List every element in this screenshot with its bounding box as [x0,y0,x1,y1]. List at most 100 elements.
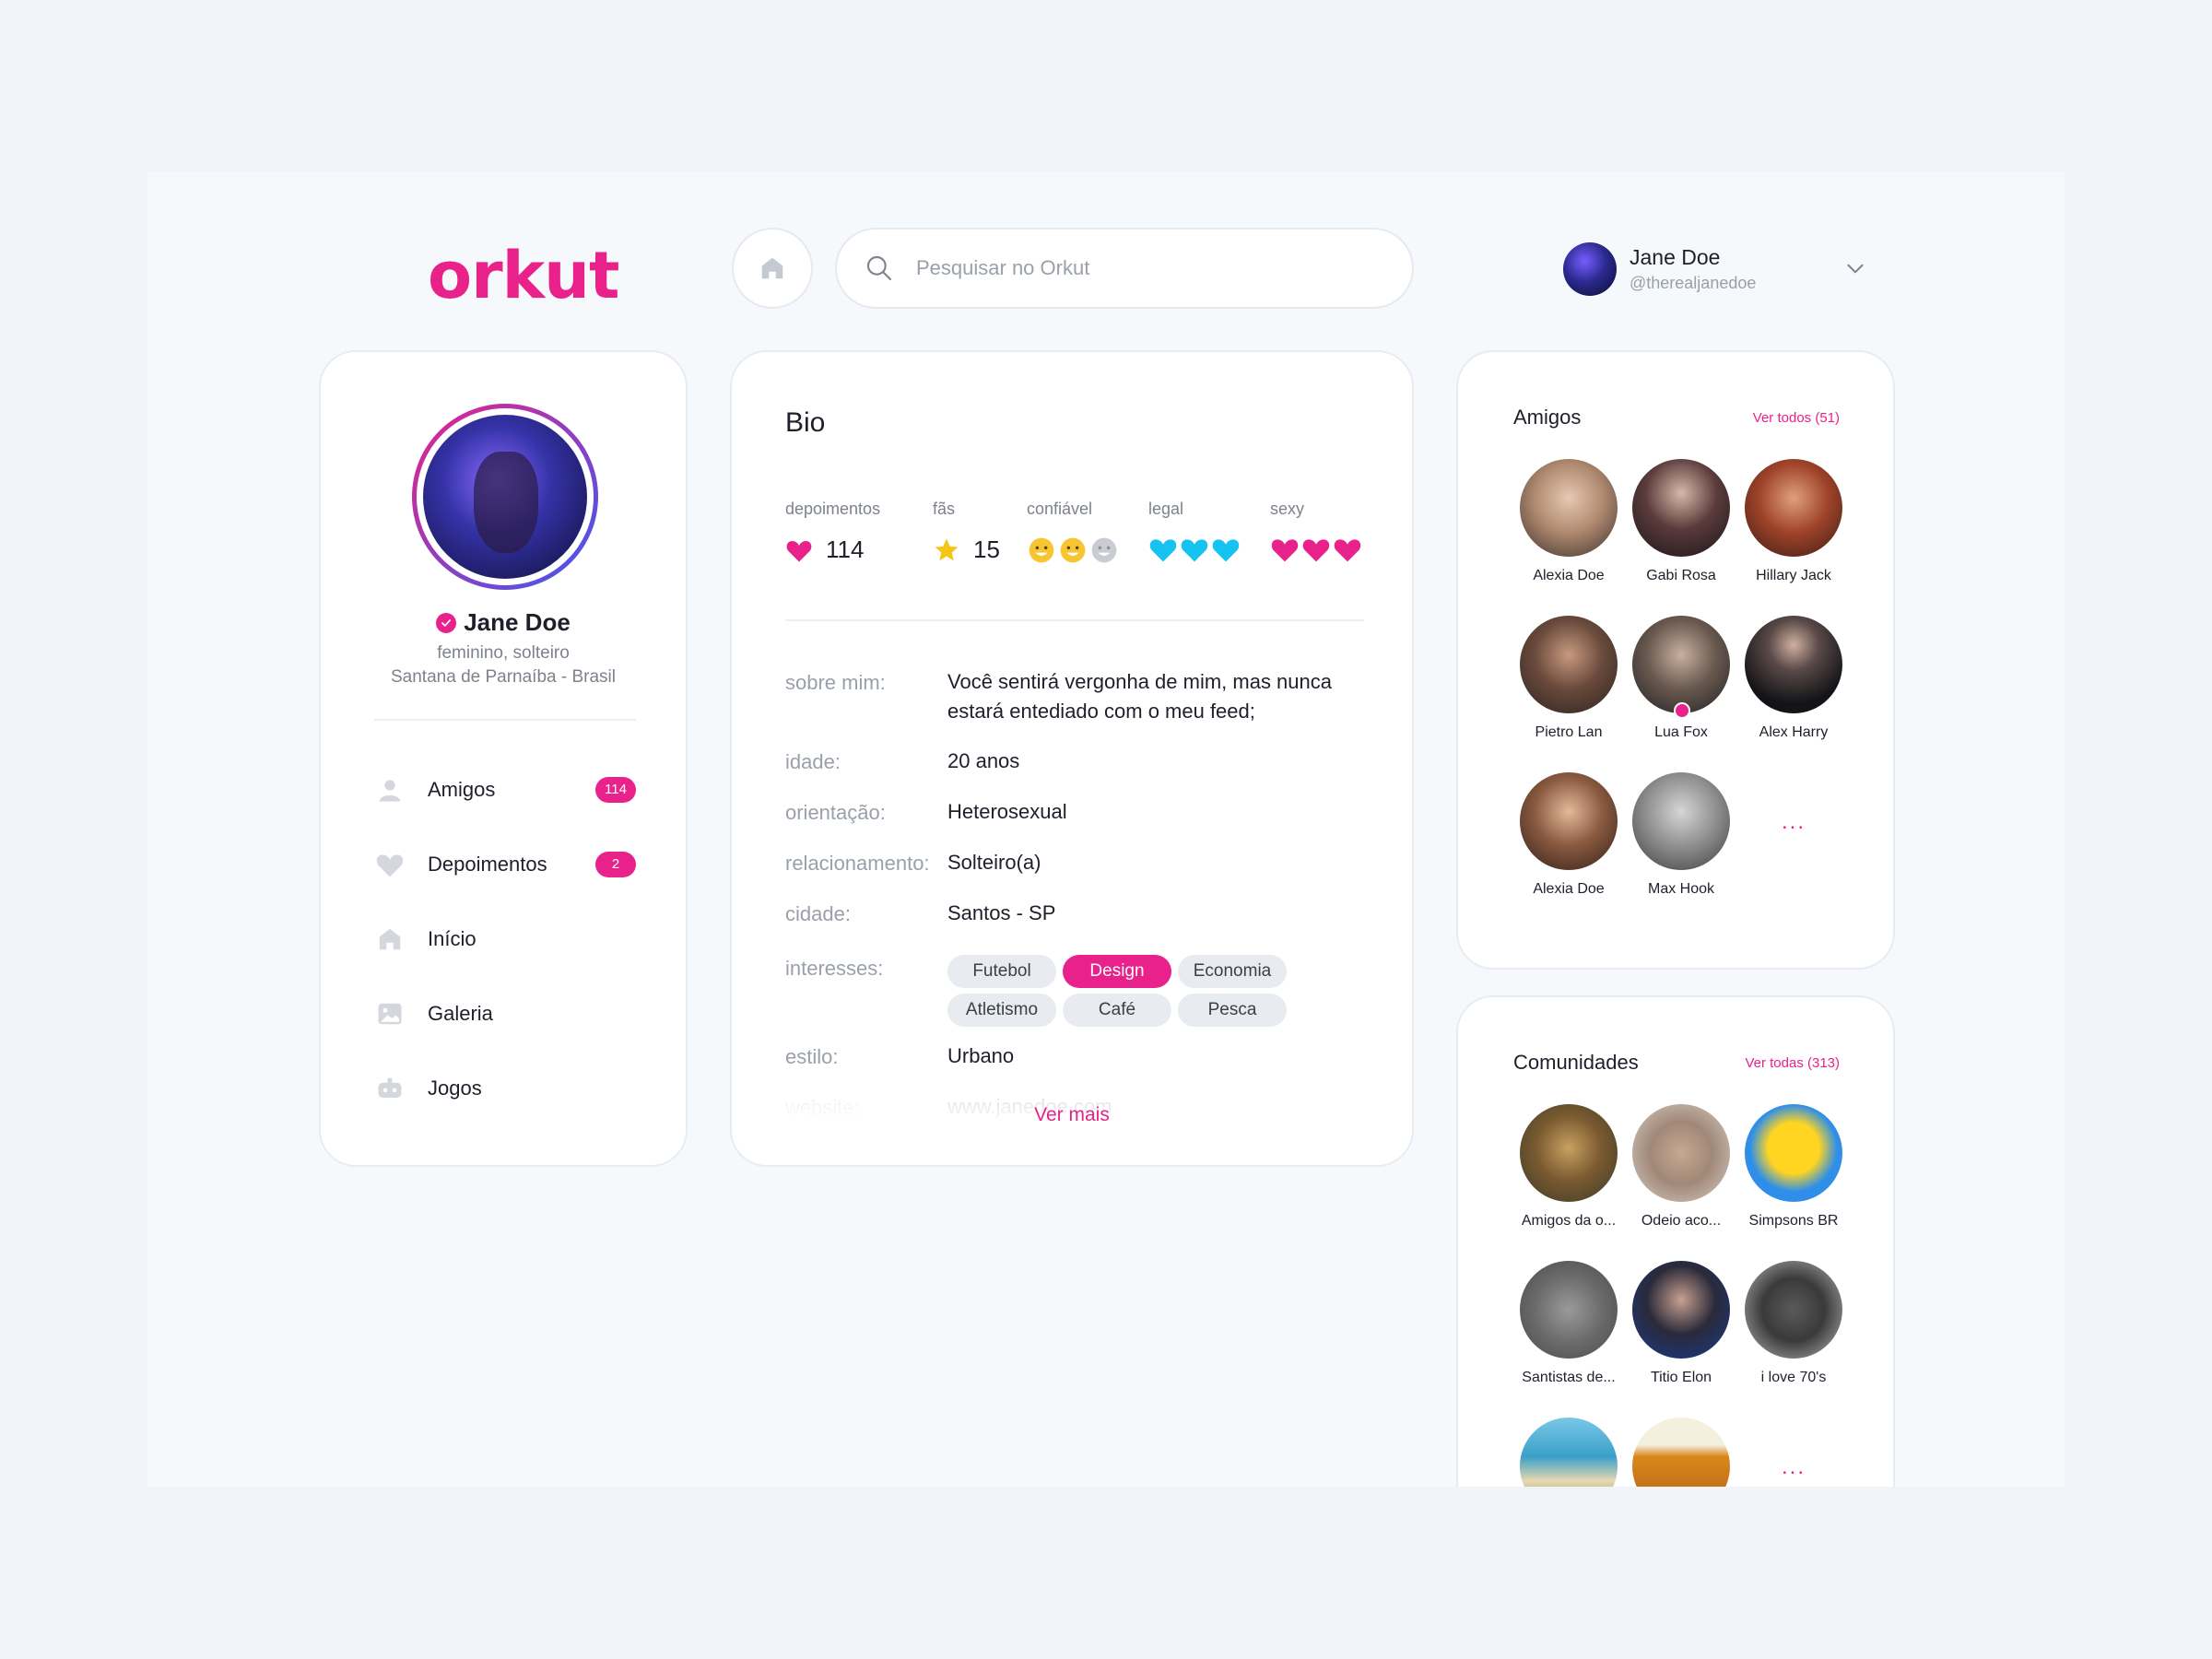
bio-key: idade: [785,750,841,773]
profile-gender-status: feminino, solteiro [437,643,570,663]
user-icon [379,779,401,801]
nav-item-jogos[interactable]: Jogos [374,1051,636,1125]
image-icon [378,1003,402,1024]
profile-location: Santana de Parnaíba - Brasil [391,667,616,687]
friend-item[interactable]: Alex Harry [1738,616,1849,741]
blue-heart-icon [1212,539,1240,562]
communities-more-button[interactable]: ... [1738,1454,1849,1480]
friend-item[interactable]: Alexia Doe [1513,772,1624,898]
user-handle: @therealjanedoe [1630,274,1757,292]
friend-item[interactable]: Pietro Lan [1513,616,1624,741]
depoimentos-count-badge: 2 [595,851,636,877]
nav-item-amigos[interactable]: Amigos 114 [374,752,636,827]
smile-icon [1029,537,1054,563]
community-name: Odeio aco... [1641,1213,1722,1229]
bio-value: Santos - SP [947,901,1056,924]
profile-name: Jane Doe [464,608,571,636]
tag-design[interactable]: Design [1063,955,1171,988]
friend-item[interactable]: Hillary Jack [1738,459,1849,584]
friend-avatar [1632,772,1730,870]
bio-value: Você sentirá vergonha de mim, mas nunca … [947,670,1333,723]
community-name: Titio Elon [1650,1370,1712,1385]
friend-name: Alexia Doe [1533,568,1605,583]
profile-name-row: Jane Doe [321,608,686,637]
friend-name: Alex Harry [1759,724,1829,740]
bio-value: Solteiro(a) [947,851,1041,874]
friend-name: Pietro Lan [1535,724,1603,740]
community-item[interactable]: Santistas de... [1513,1261,1624,1386]
search-icon [866,255,892,281]
amigos-count-badge: 114 [595,776,636,803]
bio-key: cidade: [785,902,851,925]
profile-avatar[interactable] [412,404,598,590]
search-bar[interactable] [835,228,1414,309]
friend-name: Gabi Rosa [1646,568,1716,583]
bio-value: 20 anos [947,749,1020,772]
bio-key: relacionamento: [785,852,930,875]
avatar [1563,242,1617,296]
community-avatar [1632,1418,1730,1487]
heart-icon [786,540,812,561]
communities-see-all-link[interactable]: Ver todas (313) [1745,1055,1840,1071]
friend-item[interactable]: Max Hook [1626,772,1736,898]
community-avatar [1520,1418,1618,1487]
stat-label: fãs [933,500,956,518]
friends-title: Amigos [1513,406,1582,429]
chevron-down-icon[interactable] [1843,256,1867,280]
friend-avatar [1632,616,1730,719]
friends-see-all-link[interactable]: Ver todos (51) [1753,410,1840,426]
bio-title: Bio [785,407,826,438]
communities-title: Comunidades [1513,1051,1639,1074]
stat-fas: fãs 15 [933,500,1000,564]
profile-details: feminino, solteiro Santana de Parnaíba -… [321,641,686,689]
communities-card: Comunidades Ver todas (313) Amigos da o.… [1456,995,1895,1487]
friend-item[interactable]: Alexia Doe [1513,459,1624,584]
nav-item-inicio[interactable]: Início [374,901,636,976]
community-item[interactable]: i love 70's [1738,1261,1849,1386]
stat-confiavel: confiável [1027,500,1119,565]
star-icon [935,538,959,560]
community-item[interactable]: Titio Elon [1626,1261,1736,1386]
tag-economia[interactable]: Economia [1178,955,1287,988]
verified-icon [436,612,457,633]
community-name: Santistas de... [1522,1370,1616,1385]
community-item[interactable]: Odeio aco... [1626,1104,1736,1230]
home-icon [379,928,401,949]
community-avatar [1632,1261,1730,1359]
friend-name: Max Hook [1647,881,1715,897]
ver-mais-link[interactable]: Ver mais [732,1104,1412,1126]
tag-cafe[interactable]: Café [1063,994,1171,1027]
stat-value: 15 [973,535,1000,563]
nav-item-galeria[interactable]: Galeria [374,976,636,1051]
pink-heart-icon [1302,539,1330,562]
friends-more-button[interactable]: ... [1738,809,1849,835]
tag-pesca[interactable]: Pesca [1178,994,1287,1027]
profile-nav: Amigos 114 Depoimentos 2 Início Galeria … [374,752,636,1125]
stat-label: confiável [1027,500,1093,518]
search-input[interactable] [916,256,1395,280]
community-item[interactable]: Simpsons BR [1738,1104,1849,1230]
smile-icon [1091,537,1117,563]
stat-label: sexy [1270,500,1305,518]
friend-item[interactable]: Lua Fox [1626,616,1736,741]
community-item[interactable] [1513,1418,1624,1487]
orkut-logo[interactable]: orkut [428,238,619,313]
nav-item-depoimentos[interactable]: Depoimentos 2 [374,827,636,901]
tag-atletismo[interactable]: Atletismo [947,994,1056,1027]
bio-value: Urbano [947,1044,1015,1067]
stat-label: legal [1148,500,1184,518]
community-item[interactable]: Amigos da o... [1513,1104,1624,1230]
tag-futebol[interactable]: Futebol [947,955,1056,988]
community-item[interactable] [1626,1418,1736,1487]
friend-avatar [1520,459,1618,557]
friend-avatar [1520,616,1618,713]
bio-stats: depoimentos 114 fãs 15 confiável legal s… [785,500,1364,573]
user-menu[interactable]: Jane Doe @therealjanedoe [1563,240,1784,299]
blue-heart-icon [1149,539,1177,562]
friend-name: Alexia Doe [1533,881,1605,897]
friend-avatar [1520,772,1618,870]
friend-item[interactable]: Gabi Rosa [1626,459,1736,584]
bio-key: orientação: [785,801,886,824]
nav-label: Jogos [428,1076,482,1100]
home-button[interactable] [732,228,813,309]
